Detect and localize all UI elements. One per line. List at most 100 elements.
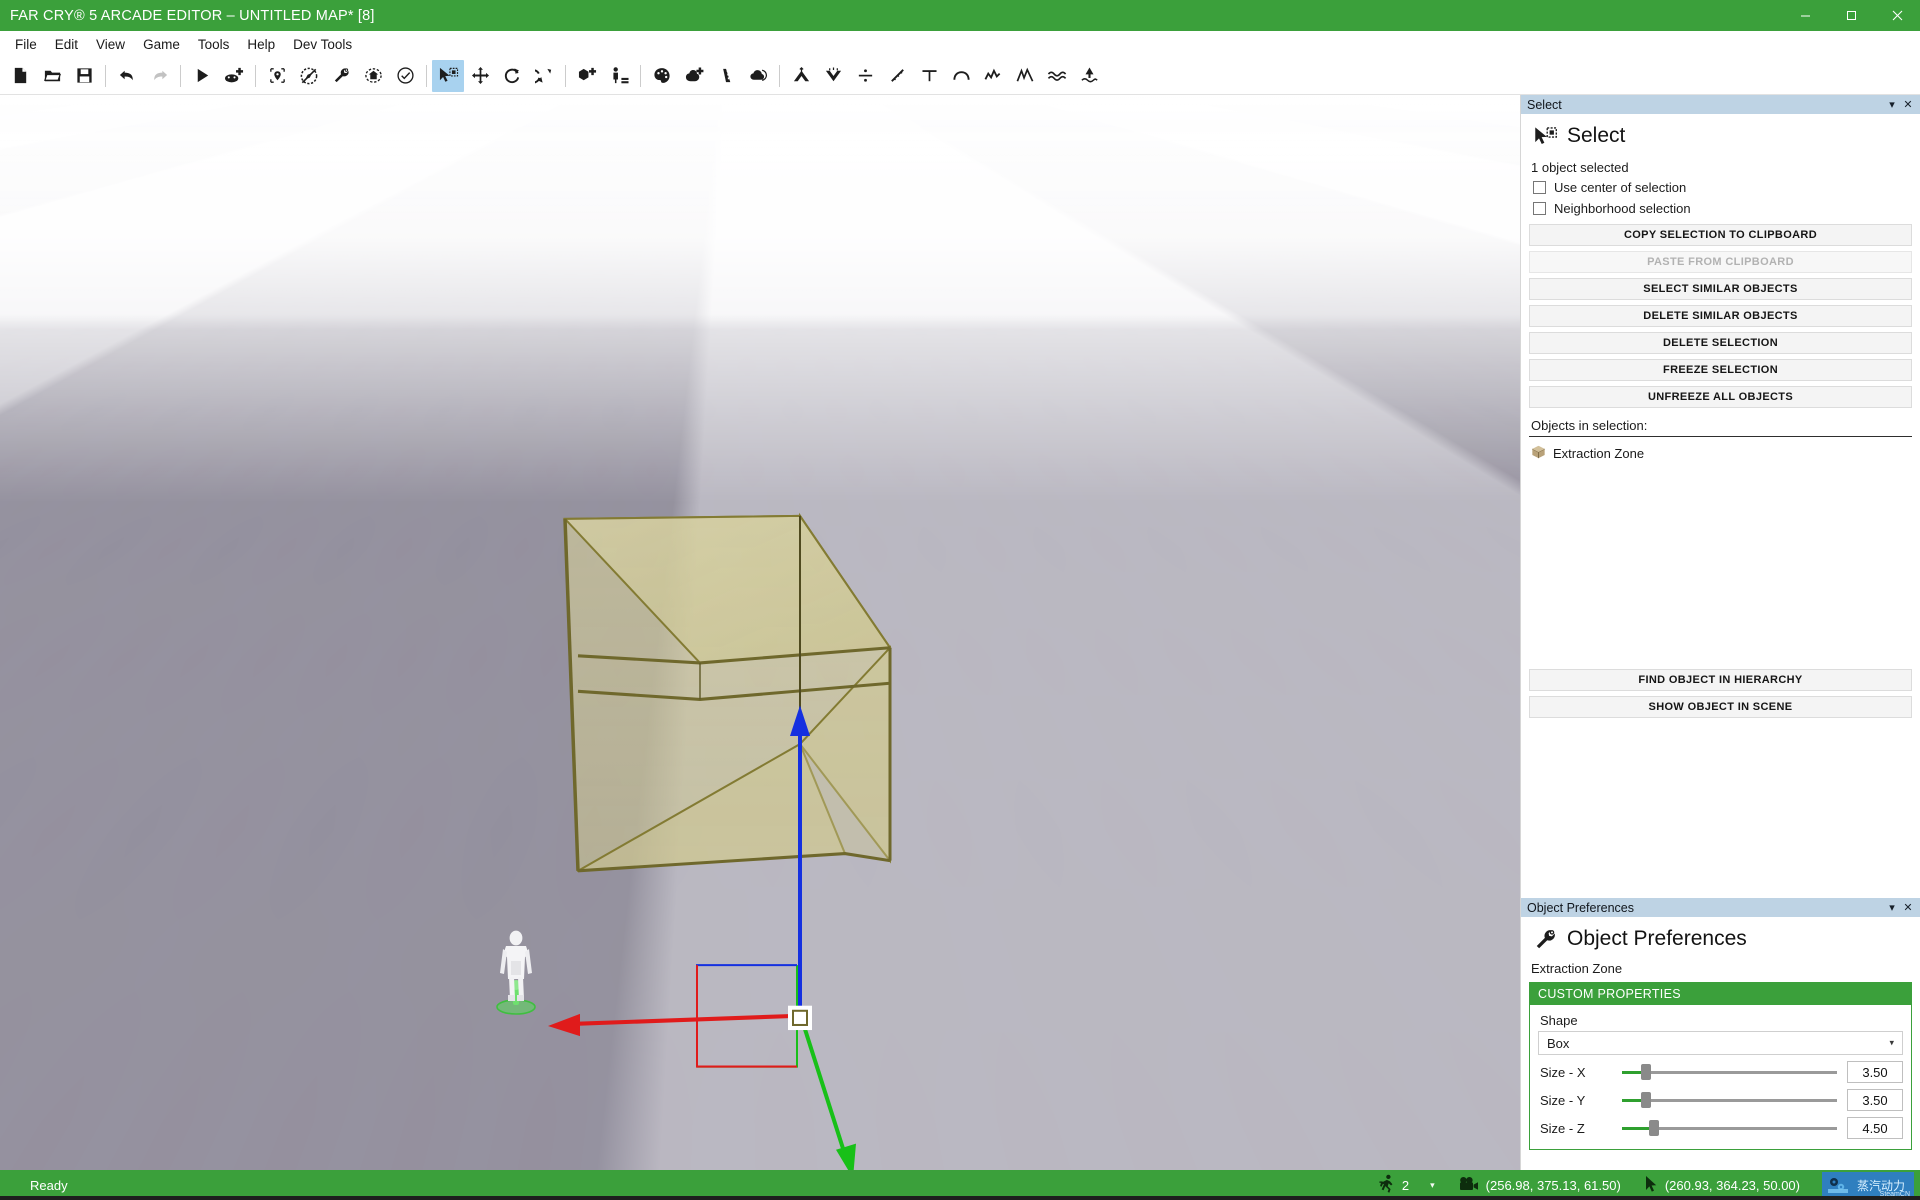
neighborhood-selection-checkbox[interactable]: Neighborhood selection [1533,201,1912,216]
maximize-button[interactable] [1828,0,1874,31]
road-icon[interactable] [710,60,742,92]
save-map-icon[interactable] [68,60,100,92]
size-y-label: Size - Y [1540,1092,1586,1108]
terrain-lower-icon[interactable] [817,60,849,92]
list-item-label: Extraction Zone [1553,446,1645,461]
add-object-icon[interactable] [571,60,603,92]
terrain-noise-icon[interactable] [1009,60,1041,92]
open-map-icon[interactable] [36,60,68,92]
paste-from-clipboard-button[interactable]: PASTE FROM CLIPBOARD [1529,251,1912,273]
add-tree-icon[interactable] [678,60,710,92]
toolbar-separator [426,64,427,87]
play-icon[interactable] [186,60,218,92]
copy-selection-to-clipboard-button[interactable]: COPY SELECTION TO CLIPBOARD [1529,224,1912,246]
object-preferences-collapse-icon[interactable]: ▾ [1884,899,1900,916]
object-preferences-panel: Object Preferences ▾ ✕ Object Preference… [1521,898,1920,1170]
size-y-slider[interactable] [1622,1091,1837,1109]
menu-game[interactable]: Game [134,34,189,55]
undo-icon[interactable] [111,60,143,92]
size-z-label: Size - Z [1540,1120,1585,1136]
delete-selection-button[interactable]: DELETE SELECTION [1529,332,1912,354]
size-x-value[interactable]: 3.50 [1847,1061,1903,1083]
find-object-in-hierarchy-button[interactable]: FIND OBJECT IN HIERARCHY [1529,669,1912,691]
terrain-ridge-icon[interactable] [977,60,1009,92]
size-y-value[interactable]: 3.50 [1847,1089,1903,1111]
size-x-label: Size - X [1540,1064,1586,1080]
building-icon[interactable] [357,60,389,92]
terrain-raise-icon[interactable] [785,60,817,92]
selection-count: 1 object selected [1531,160,1629,175]
shape-dropdown-value: Box [1547,1035,1570,1051]
menu-tools[interactable]: Tools [189,34,239,55]
box-object-icon [1531,445,1546,462]
select-panel: Select ▾ ✕ Select 1 object selected Use … [1521,95,1920,898]
size-x-slider[interactable] [1622,1063,1837,1081]
select-panel-close-icon[interactable]: ✕ [1900,96,1916,113]
size-z-value[interactable]: 4.50 [1847,1117,1903,1139]
menu-file[interactable]: File [6,34,46,55]
unfreeze-all-objects-button[interactable]: UNFREEZE ALL OBJECTS [1529,386,1912,408]
window-title: FAR CRY® 5 ARCADE EDITOR – UNTITLED MAP*… [10,7,375,24]
delete-similar-objects-button[interactable]: DELETE SIMILAR OBJECTS [1529,305,1912,327]
select-panel-caption-title: Select [1527,97,1562,112]
water-level-icon[interactable] [1073,60,1105,92]
menu-dev-tools[interactable]: Dev Tools [284,34,361,55]
terrain-flatten-icon[interactable] [913,60,945,92]
status-ready-text: Ready [30,1177,68,1193]
wrench-icon[interactable] [325,60,357,92]
list-item[interactable]: Extraction Zone [1529,443,1912,464]
weather-icon[interactable] [742,60,774,92]
select-panel-bottom-buttons: FIND OBJECT IN HIERARCHY SHOW OBJECT IN … [1529,664,1912,724]
running-man-icon [1378,1174,1395,1196]
add-character-icon[interactable] [603,60,635,92]
object-preferences-close-icon[interactable]: ✕ [1900,899,1916,916]
scale-icon[interactable] [528,60,560,92]
no-compass-icon[interactable] [293,60,325,92]
size-z-slider[interactable] [1622,1119,1837,1137]
cursor-coordinates-value: (260.93, 364.23, 50.00) [1664,1177,1800,1193]
select-panel-collapse-icon[interactable]: ▾ [1884,96,1900,113]
size-x-row: Size - X 3.50 [1538,1061,1903,1083]
checkbox-box [1533,202,1546,215]
move-arrows-icon[interactable] [464,60,496,92]
object-preferences-caption: Object Preferences ▾ ✕ [1521,898,1920,917]
terrain-slope-icon[interactable] [881,60,913,92]
menu-edit[interactable]: Edit [46,34,87,55]
rotate-icon[interactable] [496,60,528,92]
select-cursor-icon[interactable] [432,59,464,92]
right-dock: Select ▾ ✕ Select 1 object selected Use … [1520,95,1920,1170]
player-count-indicator[interactable]: 2 ▾ [1366,1174,1447,1196]
menu-view[interactable]: View [87,34,134,55]
freeze-selection-button[interactable]: FREEZE SELECTION [1529,359,1912,381]
3d-viewport[interactable] [0,95,1520,1170]
chevron-down-icon[interactable]: ▾ [1430,1180,1435,1191]
select-cursor-icon [1531,122,1559,150]
redo-icon[interactable] [143,60,175,92]
water-waves-icon[interactable] [1041,60,1073,92]
validate-check-icon[interactable] [389,60,421,92]
checkbox-box [1533,181,1546,194]
minimize-button[interactable] [1782,0,1828,31]
shape-dropdown[interactable]: Box ▾ [1538,1031,1903,1055]
select-panel-title: Select [1567,124,1626,147]
terrain-hill-icon[interactable] [945,60,977,92]
toolbar-separator [255,64,256,87]
terrain-smooth-icon[interactable] [849,60,881,92]
status-bar: Ready 2 ▾ (256.98, 375.13, 61.50) (260.9… [0,1170,1920,1200]
shape-label: Shape [1540,1013,1578,1028]
close-button[interactable] [1874,0,1920,31]
object-preferences-title: Object Preferences [1567,927,1747,950]
use-center-of-selection-label: Use center of selection [1554,180,1687,195]
player-count-value: 2 [1401,1177,1410,1193]
chevron-down-icon: ▾ [1889,1037,1894,1048]
show-object-in-scene-button[interactable]: SHOW OBJECT IN SCENE [1529,696,1912,718]
map-marker-icon[interactable] [261,60,293,92]
select-similar-objects-button[interactable]: SELECT SIMILAR OBJECTS [1529,278,1912,300]
use-center-of-selection-checkbox[interactable]: Use center of selection [1533,180,1912,195]
menu-bar: File Edit View Game Tools Help Dev Tools [0,31,1920,57]
add-gamepad-icon[interactable] [218,60,250,92]
cursor-coordinates: (260.93, 364.23, 50.00) [1633,1175,1812,1196]
menu-help[interactable]: Help [238,34,284,55]
new-map-icon[interactable] [4,60,36,92]
palette-icon[interactable] [646,60,678,92]
